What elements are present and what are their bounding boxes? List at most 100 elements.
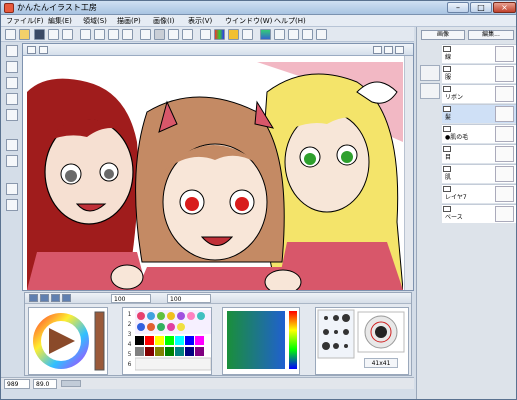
pen-tool-icon[interactable] bbox=[154, 29, 165, 40]
swatch-grid[interactable] bbox=[135, 310, 211, 372]
color-gradient-picker[interactable] bbox=[223, 308, 299, 374]
cross-icon[interactable] bbox=[6, 139, 18, 151]
redo-icon[interactable] bbox=[122, 29, 133, 40]
minimize-button[interactable]: – bbox=[447, 2, 469, 13]
bucket-icon[interactable] bbox=[140, 29, 151, 40]
layer-item[interactable]: ●肌の毛 bbox=[442, 124, 516, 143]
menu-image[interactable]: 画像(I) bbox=[153, 16, 175, 26]
palette-row-label[interactable]: 5 bbox=[125, 350, 134, 360]
text-icon[interactable] bbox=[182, 29, 193, 40]
menu-edit[interactable]: 編集(E) bbox=[48, 16, 72, 26]
layer-name: ベース bbox=[445, 214, 463, 221]
layer-name: 線 bbox=[445, 54, 452, 61]
save-as-icon[interactable] bbox=[48, 29, 59, 40]
menu-window[interactable]: ウインドウ(W) bbox=[225, 16, 272, 26]
palette-mode-icon[interactable] bbox=[29, 294, 38, 302]
image-tab[interactable]: 画像 bbox=[421, 30, 465, 40]
canvas-close-button[interactable] bbox=[395, 46, 404, 54]
zoom-icon[interactable] bbox=[168, 29, 179, 40]
palette-mode-icon-3[interactable] bbox=[51, 294, 60, 302]
gradient-icon[interactable] bbox=[6, 199, 18, 211]
menu-file[interactable]: ファイル(F) bbox=[6, 16, 44, 26]
select-icon[interactable] bbox=[6, 109, 18, 121]
visibility-icon[interactable] bbox=[443, 106, 451, 112]
layer-item[interactable]: 目 bbox=[442, 144, 516, 163]
zoom-in-icon[interactable] bbox=[288, 29, 299, 40]
brush-section[interactable]: 41x41 bbox=[315, 307, 409, 375]
menu-region[interactable]: 領域(S) bbox=[83, 16, 107, 26]
title-bar: かんたんイラスト工房 – □ × bbox=[1, 1, 516, 15]
menu-help[interactable]: ヘルプ(H) bbox=[274, 16, 306, 26]
brush-icon[interactable] bbox=[6, 61, 18, 73]
zoom-slider[interactable] bbox=[61, 380, 81, 387]
palette-mode-icon-2[interactable] bbox=[40, 294, 49, 302]
back-icon[interactable] bbox=[80, 29, 91, 40]
layer-item[interactable]: 肌 bbox=[442, 164, 516, 183]
settings-icon[interactable] bbox=[242, 29, 253, 40]
opacity-field[interactable]: 100 bbox=[111, 294, 151, 303]
layer-tool-icon[interactable] bbox=[420, 65, 440, 81]
layer-item[interactable]: 線 bbox=[442, 44, 516, 63]
palette-row-label[interactable]: 4 bbox=[125, 340, 134, 350]
layer-name: 服 bbox=[445, 74, 452, 81]
pen-icon[interactable] bbox=[6, 45, 18, 57]
eraser-icon[interactable] bbox=[6, 77, 18, 89]
close-button[interactable]: × bbox=[493, 2, 516, 13]
layer-item[interactable]: レイヤ7 bbox=[442, 184, 516, 203]
edit-tab[interactable]: 編集... bbox=[468, 30, 514, 40]
layer-thumbnail bbox=[495, 46, 514, 62]
layer-item[interactable]: 服 bbox=[442, 64, 516, 83]
palette-row-label[interactable]: 3 bbox=[125, 330, 134, 340]
palette-mode-icon-4[interactable] bbox=[62, 294, 71, 302]
swatch-section[interactable]: 1 2 3 4 5 6 bbox=[122, 307, 212, 375]
toolbar bbox=[1, 27, 414, 42]
maximize-button[interactable]: □ bbox=[470, 2, 492, 13]
gradient-section[interactable] bbox=[222, 307, 300, 375]
canvas-maximize-button[interactable] bbox=[384, 46, 393, 54]
new-file-icon[interactable] bbox=[5, 29, 16, 40]
menu-draw[interactable]: 描画(P) bbox=[117, 16, 141, 26]
brush-size-label: 41x41 bbox=[364, 358, 398, 368]
bucket-tool-icon[interactable] bbox=[6, 183, 18, 195]
canvas-vertical-scrollbar[interactable] bbox=[404, 56, 413, 290]
print-icon[interactable] bbox=[62, 29, 73, 40]
palette-row-label[interactable]: 2 bbox=[125, 320, 134, 330]
fit-icon[interactable] bbox=[316, 29, 327, 40]
visibility-icon[interactable] bbox=[443, 46, 451, 52]
palette-row-label[interactable]: 1 bbox=[125, 310, 134, 320]
layer-tool-icon-2[interactable] bbox=[420, 83, 440, 99]
fill-icon[interactable] bbox=[6, 93, 18, 105]
forward-icon[interactable] bbox=[94, 29, 105, 40]
search-icon[interactable] bbox=[228, 29, 239, 40]
visibility-icon[interactable] bbox=[443, 186, 451, 192]
palette-row-label[interactable]: 6 bbox=[125, 360, 134, 370]
color-wheel-section[interactable] bbox=[28, 307, 108, 375]
size-field[interactable]: 100 bbox=[167, 294, 211, 303]
layer-thumbnail bbox=[495, 146, 514, 162]
canvas-minimize-button[interactable] bbox=[373, 46, 382, 54]
layer-item[interactable]: 髪 bbox=[442, 104, 516, 123]
tool-palette bbox=[4, 43, 20, 373]
color-icon[interactable] bbox=[214, 29, 225, 40]
color-wheel[interactable] bbox=[29, 308, 107, 374]
visibility-icon[interactable] bbox=[443, 166, 451, 172]
frame-icon[interactable] bbox=[6, 155, 18, 167]
visibility-icon[interactable] bbox=[443, 66, 451, 72]
undo-icon[interactable] bbox=[108, 29, 119, 40]
illustration-canvas[interactable] bbox=[27, 62, 403, 290]
layer-thumbnail bbox=[495, 86, 514, 102]
zoom-out-icon[interactable] bbox=[302, 29, 313, 40]
palette-icon[interactable] bbox=[260, 29, 271, 40]
layer-item[interactable]: リボン bbox=[442, 84, 516, 103]
menu-view[interactable]: 表示(V) bbox=[188, 16, 212, 26]
visibility-icon[interactable] bbox=[443, 206, 451, 212]
window-icon[interactable] bbox=[274, 29, 285, 40]
save-icon[interactable] bbox=[34, 29, 45, 40]
grid-icon[interactable] bbox=[200, 29, 211, 40]
visibility-icon[interactable] bbox=[443, 86, 451, 92]
open-folder-icon[interactable] bbox=[19, 29, 30, 40]
layer-item[interactable]: ベース bbox=[442, 204, 516, 223]
visibility-icon[interactable] bbox=[443, 146, 451, 152]
visibility-icon[interactable] bbox=[443, 126, 451, 132]
window-title: かんたんイラスト工房 bbox=[17, 3, 97, 12]
